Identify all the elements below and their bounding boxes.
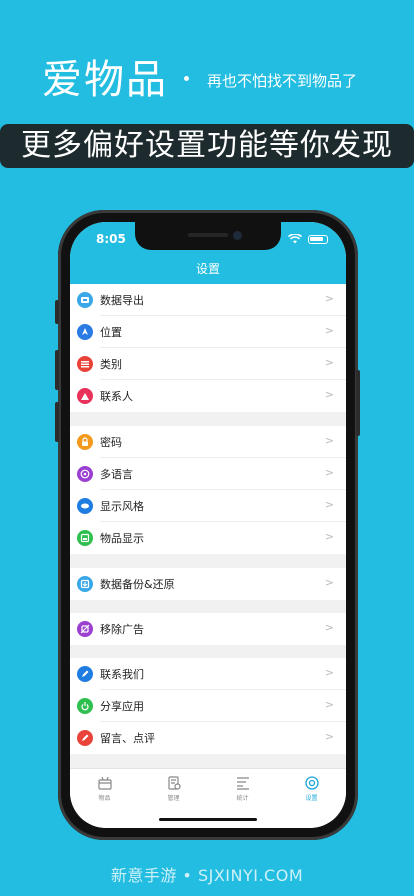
chevron-right-icon: >	[324, 730, 334, 743]
settings-row-label: 数据备份&还原	[100, 578, 175, 591]
camera	[233, 231, 242, 240]
chevron-right-icon: >	[324, 698, 334, 711]
tab-settings[interactable]: 设置	[277, 775, 346, 807]
settings-row-label: 移除广告	[100, 623, 144, 636]
settings-row-item-display[interactable]: 物品显示 >	[70, 522, 346, 554]
share-icon	[77, 698, 93, 714]
remove-ads-icon	[77, 621, 93, 637]
phone-button-left-2	[55, 350, 59, 390]
settings-row-label: 显示风格	[100, 500, 144, 513]
settings-row-label: 数据导出	[100, 294, 144, 307]
page-title: 设置	[195, 262, 220, 276]
stats-icon	[236, 777, 249, 790]
tab-label: 物品	[98, 795, 111, 802]
category-icon	[77, 356, 93, 372]
chevron-right-icon: >	[324, 666, 334, 679]
home-indicator	[159, 818, 257, 821]
chevron-right-icon: >	[324, 356, 334, 369]
watermark: 新意手游 • SJXINYI.COM	[110, 866, 304, 885]
settings-row-language[interactable]: 多语言 >	[70, 458, 346, 490]
backup-icon	[77, 576, 93, 592]
contacts-icon	[77, 388, 93, 404]
tab-stats[interactable]: 统计	[208, 775, 277, 807]
status-bar: 8:05	[70, 222, 346, 256]
settings-row-label: 物品显示	[100, 532, 144, 545]
phone-screen: 8:05 设置 数据导出 > 位置 > 类别 > 联系人 > 密码 > 多语言 …	[70, 222, 346, 828]
settings-row-password[interactable]: 密码 >	[70, 426, 346, 458]
lock-icon	[77, 434, 93, 450]
chevron-right-icon: >	[324, 621, 334, 634]
settings-row-backup[interactable]: 数据备份&还原 >	[70, 568, 346, 600]
gear-icon	[304, 776, 319, 790]
tab-label: 统计	[236, 795, 249, 802]
settings-row-export[interactable]: 数据导出 >	[70, 284, 346, 316]
tab-label: 管理	[167, 795, 180, 802]
settings-row-label: 多语言	[100, 468, 133, 481]
settings-row-label: 类别	[100, 358, 122, 371]
wifi-icon	[288, 234, 302, 244]
chevron-right-icon: >	[324, 466, 334, 479]
headline-text: 更多偏好设置功能等你发现	[21, 128, 393, 163]
settings-row-contact-us[interactable]: 联系我们 >	[70, 658, 346, 690]
settings-row-category[interactable]: 类别 >	[70, 348, 346, 380]
battery-icon	[308, 234, 328, 244]
brand-slogan: 再也不怕找不到物品了	[207, 72, 358, 90]
status-time: 8:05	[96, 232, 126, 246]
settings-row-label: 联系人	[100, 390, 133, 403]
contact-us-icon	[77, 666, 93, 682]
tab-items[interactable]: 物品	[70, 775, 139, 807]
style-icon	[77, 498, 93, 514]
chevron-right-icon: >	[324, 530, 334, 543]
review-icon	[77, 730, 93, 746]
tab-label: 设置	[305, 795, 318, 802]
phone-button-left-1	[55, 300, 59, 324]
chevron-right-icon: >	[324, 388, 334, 401]
settings-row-remove-ads[interactable]: 移除广告 >	[70, 613, 346, 645]
settings-row-label: 留言、点评	[100, 732, 155, 745]
settings-row-share[interactable]: 分享应用 >	[70, 690, 346, 722]
manage-icon	[167, 776, 181, 790]
settings-row-contacts[interactable]: 联系人 >	[70, 380, 346, 412]
phone-button-left-3	[55, 402, 59, 442]
settings-row-label: 位置	[100, 326, 122, 339]
phone-button-right	[356, 370, 360, 436]
settings-row-label: 密码	[100, 436, 122, 449]
export-icon	[77, 292, 93, 308]
chevron-right-icon: >	[324, 576, 334, 589]
chevron-right-icon: >	[324, 324, 334, 337]
settings-row-display-style[interactable]: 显示风格 >	[70, 490, 346, 522]
chevron-right-icon: >	[324, 292, 334, 305]
chevron-right-icon: >	[324, 498, 334, 511]
settings-row-location[interactable]: 位置 >	[70, 316, 346, 348]
brand-title: 爱物品	[42, 57, 168, 103]
settings-row-label: 分享应用	[100, 700, 144, 713]
settings-row-review[interactable]: 留言、点评 >	[70, 722, 346, 754]
language-icon	[77, 466, 93, 482]
chevron-right-icon: >	[324, 434, 334, 447]
box-icon	[97, 776, 112, 790]
nav-bar: 设置	[70, 256, 346, 284]
settings-row-label: 联系我们	[100, 668, 144, 681]
item-display-icon	[77, 530, 93, 546]
brand-dot	[184, 76, 189, 81]
tab-manage[interactable]: 管理	[139, 775, 208, 807]
notch-speaker	[188, 233, 228, 237]
location-icon	[77, 324, 93, 340]
